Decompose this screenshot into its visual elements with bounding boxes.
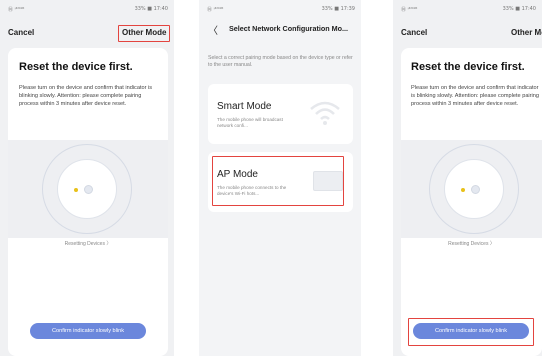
battery-time-status: 33% ■ 17:40 — [134, 6, 168, 12]
smart-mode-title: Smart Mode — [217, 101, 272, 112]
confirm-blink-button[interactable]: Confirm indicator slowly blink — [30, 323, 146, 339]
battery-time-status: 33% ■ 17:40 — [502, 6, 536, 12]
highlight-box — [118, 25, 170, 42]
reset-instructions: Please turn on the device and confirm th… — [19, 85, 153, 107]
resetting-devices-link[interactable]: Resetting Devices 〉 — [401, 240, 542, 247]
nav-bar: Cancel Other Mode — [393, 24, 542, 42]
highlight-box — [212, 156, 344, 206]
resetting-devices-link[interactable]: Resetting Devices 〉 — [8, 240, 168, 247]
cancel-button[interactable]: Cancel — [401, 28, 427, 37]
phone-screen-network: Ⓝ ᵎ⁴ᴳ⁴ᴳ 33% ■ 17:39 〈 Select Network Con… — [199, 0, 361, 356]
smart-mode-option[interactable]: Smart Mode The mobile phone will broadca… — [208, 84, 353, 144]
other-mode-button[interactable]: Other Mode — [511, 28, 542, 37]
cancel-button[interactable]: Cancel — [8, 28, 34, 37]
page-title: Reset the device first. — [411, 61, 525, 73]
battery-time-status: 33% ■ 17:39 — [321, 6, 355, 12]
indicator-led-icon — [74, 188, 78, 192]
wifi-icon — [310, 101, 340, 125]
highlight-box — [408, 318, 534, 346]
device-illustration — [8, 140, 168, 238]
page-title: Select Network Configuration Mo... — [229, 24, 349, 33]
smart-mode-description: The mobile phone will broadcast network … — [217, 117, 283, 128]
page-title: Reset the device first. — [19, 61, 133, 73]
signal-status: Ⓝ ᵎ⁴ᴳ⁴ᴳ — [401, 7, 418, 13]
signal-status: Ⓝ ᵎ⁴ᴳ⁴ᴳ — [207, 7, 224, 13]
pairing-hint: Select a correct pairing mode based on t… — [208, 55, 353, 68]
reset-card: Reset the device first. Please turn on t… — [401, 48, 542, 356]
indicator-led-icon — [461, 188, 465, 192]
phone-screen-reset-confirm: Ⓝ ᵎ⁴ᴳ⁴ᴳ 33% ■ 17:40 Cancel Other Mode Re… — [393, 0, 542, 356]
status-bar: Ⓝ ᵎ⁴ᴳ⁴ᴳ 33% ■ 17:40 — [8, 6, 168, 16]
status-bar: Ⓝ ᵎ⁴ᴳ⁴ᴳ 33% ■ 17:39 — [207, 6, 355, 16]
back-button[interactable]: 〈 — [208, 22, 218, 37]
device-illustration — [401, 140, 542, 238]
reset-card: Reset the device first. Please turn on t… — [8, 48, 168, 356]
status-bar: Ⓝ ᵎ⁴ᴳ⁴ᴳ 33% ■ 17:40 — [401, 6, 536, 16]
reset-instructions: Please turn on the device and confirm th… — [411, 85, 539, 107]
device-button-icon — [84, 185, 93, 194]
phone-screen-reset: Ⓝ ᵎ⁴ᴳ⁴ᴳ 33% ■ 17:40 Cancel Other Mode Re… — [0, 0, 174, 356]
signal-status: Ⓝ ᵎ⁴ᴳ⁴ᴳ — [8, 7, 25, 13]
device-button-icon — [471, 185, 480, 194]
